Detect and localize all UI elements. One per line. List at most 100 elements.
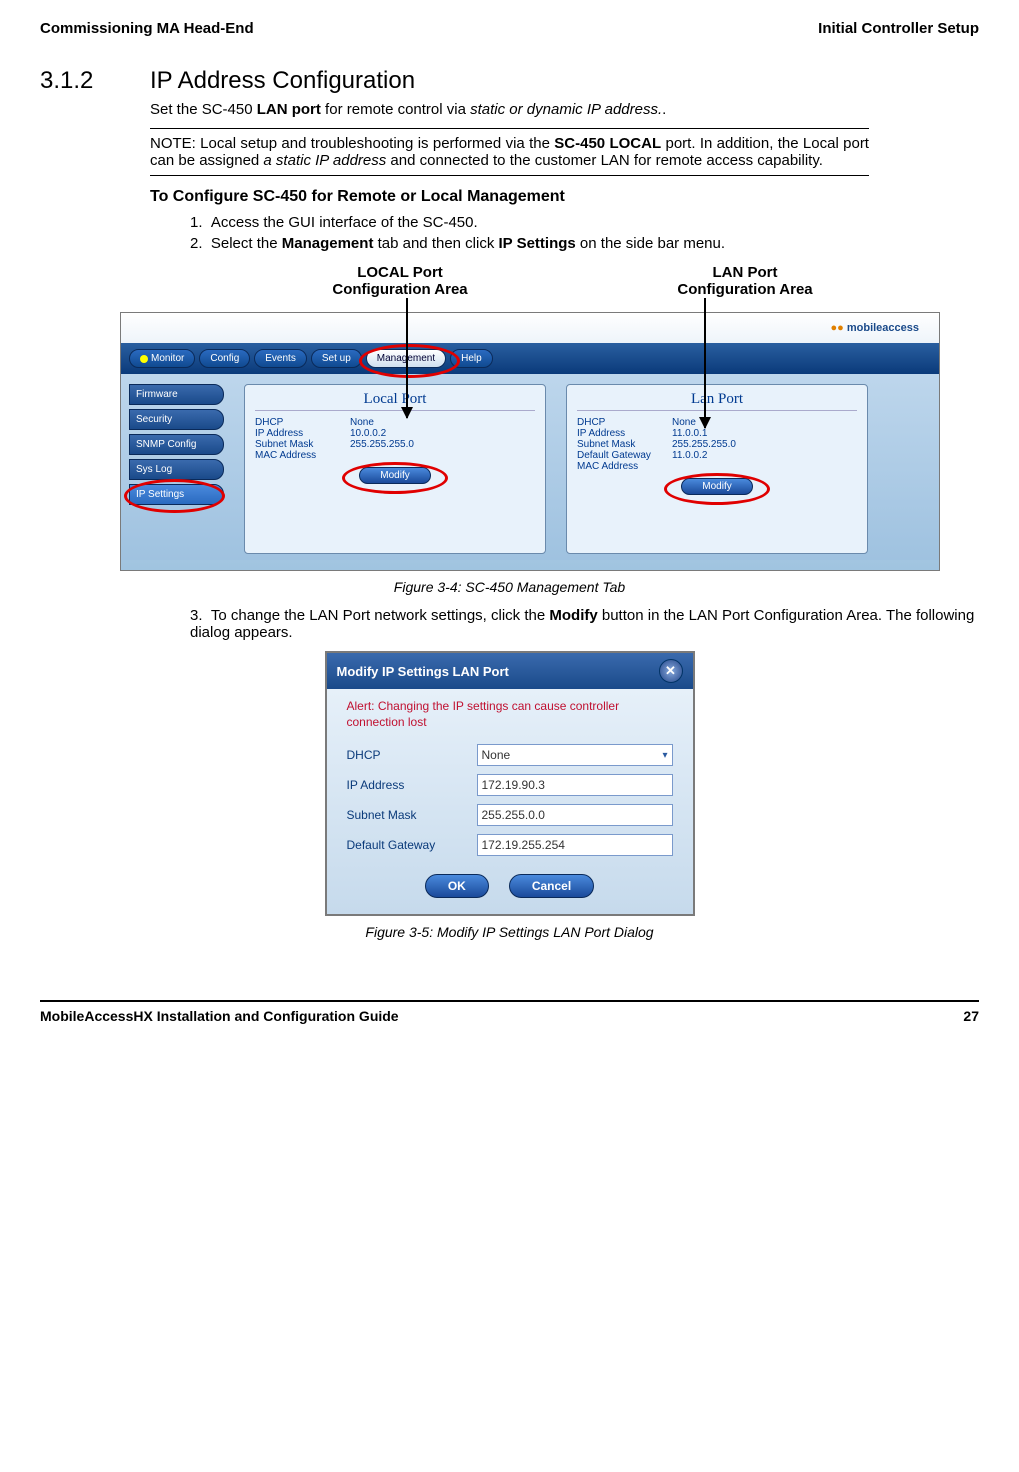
label-dhcp: DHCP xyxy=(347,748,477,762)
ip-address-input[interactable] xyxy=(477,774,673,796)
text-bold: IP Settings xyxy=(499,235,576,252)
note-box: NOTE: Local setup and troubleshooting is… xyxy=(150,128,869,176)
label: Default Gateway xyxy=(577,450,672,461)
panel-title: Lan Port xyxy=(577,391,857,408)
figure-caption-2: Figure 3-5: Modify IP Settings LAN Port … xyxy=(40,924,979,940)
intro-paragraph: Set the SC-450 LAN port for remote contr… xyxy=(150,101,979,118)
callout-lan-port: LAN Port Configuration Area xyxy=(620,264,870,298)
dialog-titlebar: Modify IP Settings LAN Port ✕ xyxy=(327,653,693,689)
step-num: 2. xyxy=(190,235,203,252)
chevron-down-icon: ▾ xyxy=(662,750,667,761)
section-number: 3.1.2 xyxy=(40,67,150,95)
management-tab-screenshot: ●● mobileaccess Monitor Config Events Se… xyxy=(120,312,940,571)
arrow-icon xyxy=(704,298,706,428)
text: Set the SC-450 xyxy=(150,101,257,118)
label-ip: IP Address xyxy=(347,778,477,792)
label: IP Address xyxy=(255,428,350,439)
modify-button-local[interactable]: Modify xyxy=(359,467,431,484)
text: To change the LAN Port network settings,… xyxy=(211,607,550,624)
sidebar-item-label: IP Settings xyxy=(136,489,184,500)
value: None xyxy=(672,417,696,428)
footer-page: 27 xyxy=(963,1008,979,1024)
text-bold: Modify xyxy=(549,607,597,624)
step-num: 1. xyxy=(190,214,203,231)
header-right: Initial Controller Setup xyxy=(818,20,979,37)
value: 11.0.0.1 xyxy=(672,428,707,439)
value: 255.255.255.0 xyxy=(672,439,736,450)
button-label: Modify xyxy=(702,481,731,492)
step-text: Access the GUI interface of the SC-450. xyxy=(211,214,478,231)
label-gateway: Default Gateway xyxy=(347,838,477,852)
procedure-heading: To Configure SC-450 for Remote or Local … xyxy=(150,188,979,206)
tab-setup[interactable]: Set up xyxy=(311,349,362,368)
tab-label: Help xyxy=(461,353,482,364)
footer-left: MobileAccessHX Installation and Configur… xyxy=(40,1008,399,1024)
text-bold: SC-450 LOCAL xyxy=(554,135,661,152)
text-italic: a static IP address xyxy=(263,152,386,169)
tab-config[interactable]: Config xyxy=(199,349,250,368)
header-left: Commissioning MA Head-End xyxy=(40,20,254,37)
sidebar-item-security[interactable]: Security xyxy=(129,409,224,430)
text-bold: LAN port xyxy=(257,101,321,118)
tab-help[interactable]: Help xyxy=(450,349,493,368)
callout-local-port: LOCAL Port Configuration Area xyxy=(260,264,540,298)
logo-text: mobileaccess xyxy=(847,322,919,334)
text: for remote control via xyxy=(321,101,470,118)
tab-monitor[interactable]: Monitor xyxy=(129,349,195,368)
label-subnet: Subnet Mask xyxy=(347,808,477,822)
step-2: 2. Select the Management tab and then cl… xyxy=(190,235,979,252)
status-icon xyxy=(140,355,148,363)
modify-ip-dialog: Modify IP Settings LAN Port ✕ Alert: Cha… xyxy=(325,651,695,916)
arrow-icon xyxy=(406,298,408,418)
default-gateway-input[interactable] xyxy=(477,834,673,856)
top-nav: Monitor Config Events Set up Management … xyxy=(121,343,939,374)
section-title: IP Address Configuration xyxy=(150,67,415,95)
subnet-mask-input[interactable] xyxy=(477,804,673,826)
label: Subnet Mask xyxy=(255,439,350,450)
label: MAC Address xyxy=(577,461,672,472)
label: IP Address xyxy=(577,428,672,439)
step-1: 1. Access the GUI interface of the SC-45… xyxy=(190,214,979,231)
alert-text: Alert: Changing the IP settings can caus… xyxy=(347,699,673,730)
sidebar-item-firmware[interactable]: Firmware xyxy=(129,384,224,405)
value: None xyxy=(350,417,374,428)
value: 255.255.255.0 xyxy=(350,439,414,450)
text: tab and then click xyxy=(373,235,498,252)
text-italic: static or dynamic IP address. xyxy=(470,101,662,118)
figure-caption-1: Figure 3-4: SC-450 Management Tab xyxy=(40,579,979,595)
tab-label: Set up xyxy=(322,353,351,364)
tab-label: Events xyxy=(265,353,296,364)
step-num: 3. xyxy=(190,607,203,624)
sidebar-item-snmp[interactable]: SNMP Config xyxy=(129,434,224,455)
cancel-button[interactable]: Cancel xyxy=(509,874,594,898)
lan-port-panel: Lan Port DHCPNone IP Address11.0.0.1 Sub… xyxy=(566,384,868,554)
side-menu: Firmware Security SNMP Config Sys Log IP… xyxy=(129,384,224,554)
tab-label: Monitor xyxy=(151,353,184,364)
sidebar-item-ip-settings[interactable]: IP Settings xyxy=(129,484,224,505)
label: DHCP xyxy=(255,417,350,428)
sidebar-item-syslog[interactable]: Sys Log xyxy=(129,459,224,480)
text: Select the xyxy=(211,235,282,252)
value: 10.0.0.2 xyxy=(350,428,386,439)
dhcp-select[interactable]: None ▾ xyxy=(477,744,673,766)
text: on the side bar menu. xyxy=(576,235,725,252)
text: and connected to the customer LAN for re… xyxy=(386,152,823,169)
text: NOTE: Local setup and troubleshooting is… xyxy=(150,135,554,152)
tab-label: Config xyxy=(210,353,239,364)
button-label: Modify xyxy=(380,470,409,481)
text: . xyxy=(662,101,666,118)
ok-button[interactable]: OK xyxy=(425,874,489,898)
modify-button-lan[interactable]: Modify xyxy=(681,478,753,495)
value: 11.0.0.2 xyxy=(672,450,707,461)
label: Subnet Mask xyxy=(577,439,672,450)
step-3: 3. To change the LAN Port network settin… xyxy=(190,607,979,641)
dialog-title: Modify IP Settings LAN Port xyxy=(337,664,509,679)
panel-title: Local Port xyxy=(255,391,535,408)
label: MAC Address xyxy=(255,450,350,461)
label: DHCP xyxy=(577,417,672,428)
tab-events[interactable]: Events xyxy=(254,349,307,368)
logo: ●● mobileaccess xyxy=(830,322,919,334)
text-bold: Management xyxy=(282,235,374,252)
close-button[interactable]: ✕ xyxy=(659,659,683,683)
local-port-panel: Local Port DHCPNone IP Address10.0.0.2 S… xyxy=(244,384,546,554)
